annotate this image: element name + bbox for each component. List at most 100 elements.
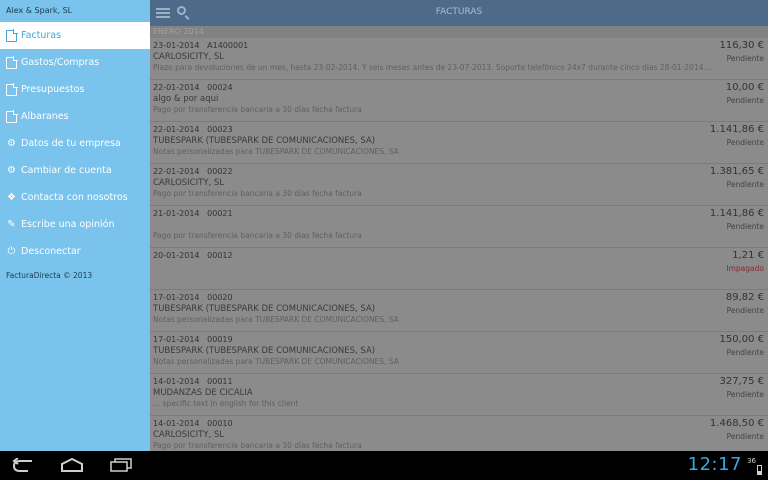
power-icon: ⏻ [7, 246, 16, 257]
invoice-row[interactable]: 22-01-2014 00022 CARLOSICITY, SL Pago por … [150, 164, 768, 206]
invoice-amount: 150,00 € [719, 334, 764, 345]
invoice-row[interactable]: 23-01-2014 A1400001 CARLOSICITY, SL Plazo … [150, 38, 768, 80]
drawer-item-contacta-con-nosotros[interactable]: ❖ Contacta con nosotros [0, 184, 150, 211]
invoice-amount: 327,75 € [719, 376, 764, 387]
navigation-drawer: Alex & Spark, SL Facturas Gastos/Compras P… [0, 0, 150, 451]
invoice-amount: 116,30 € [719, 40, 764, 51]
document-icon [6, 109, 18, 123]
invoice-row[interactable]: 17-01-2014 00019 TUBESPARK (TUBESPARK DE … [150, 332, 768, 374]
chat-bubbles-icon: ❖ [7, 192, 16, 203]
battery-level: 36 [747, 457, 756, 465]
invoice-row[interactable]: 14-01-2014 00010 CARLOSICITY, SL Pago por … [150, 416, 768, 451]
invoice-number: 00024 [207, 83, 233, 92]
invoice-note: Pago por transferencia bancaria a 30 día… [153, 189, 362, 198]
invoice-date-number: 22-01-2014 00022 [153, 167, 233, 176]
invoice-date-number: 22-01-2014 00024 [153, 83, 233, 92]
invoice-row[interactable]: 17-01-2014 00020 TUBESPARK (TUBESPARK DE … [150, 290, 768, 332]
invoice-status: Pendiente [726, 390, 764, 399]
invoice-status: Pendiente [726, 180, 764, 189]
invoice-date: 22-01-2014 [153, 167, 200, 176]
invoice-status: Pendiente [726, 138, 764, 147]
drawer-item-label: Contacta con nosotros [21, 192, 128, 203]
drawer-item-gastos-compras[interactable]: Gastos/Compras [0, 49, 150, 76]
drawer-item-label: Facturas [21, 30, 62, 41]
invoice-date-number: 14-01-2014 00011 [153, 377, 233, 386]
invoice-date: 17-01-2014 [153, 335, 200, 344]
invoice-amount: 1.141,86 € [709, 208, 764, 219]
gear-icon: ⚙ [7, 165, 16, 176]
invoice-number: 00012 [207, 251, 233, 260]
invoice-date: 22-01-2014 [153, 125, 200, 134]
invoice-date: 20-01-2014 [153, 251, 200, 260]
drawer-item-presupuestos[interactable]: Presupuestos [0, 76, 150, 103]
invoice-row[interactable]: 14-01-2014 00011 MUDANZAS DE CICALIA... s… [150, 374, 768, 416]
drawer-item-label: Presupuestos [21, 84, 85, 95]
invoice-note: Notas personalizadas para TUBESPARK DE C… [153, 315, 399, 324]
battery-icon [757, 465, 762, 475]
gear-icon: ⚙ [7, 138, 16, 149]
drawer-item-label: Cambiar de cuenta [21, 165, 112, 176]
invoice-client: CARLOSICITY, SL [153, 52, 225, 62]
invoice-date: 21-01-2014 [153, 209, 200, 218]
invoice-note: Pago por transferencia bancaria a 30 día… [153, 105, 362, 114]
invoice-note: Notas personalizadas para TUBESPARK DE C… [153, 357, 399, 366]
invoice-row[interactable]: 20-01-2014 00012 1,21 € Impagado [150, 248, 768, 290]
invoice-row[interactable]: 22-01-2014 00024 algo & por aqui Pago por … [150, 80, 768, 122]
drawer-item-escribe-una-opinión[interactable]: ✎ Escribe una opinión [0, 211, 150, 238]
drawer-item-facturas[interactable]: Facturas [0, 22, 150, 49]
invoice-date: 14-01-2014 [153, 419, 200, 428]
invoice-client: TUBESPARK (TUBESPARK DE COMUNICACIONES, … [153, 346, 376, 356]
invoice-status: Pendiente [726, 54, 764, 63]
app-bar: FACTURAS [150, 0, 768, 26]
drawer-item-albaranes[interactable]: Albaranes [0, 103, 150, 130]
invoice-amount: 1,21 € [732, 250, 764, 261]
invoice-date: 14-01-2014 [153, 377, 200, 386]
invoice-status: Pendiente [726, 306, 764, 315]
drawer-item-label: Desconectar [21, 246, 81, 257]
invoice-date: 17-01-2014 [153, 293, 200, 302]
document-icon [6, 28, 18, 42]
invoice-status: Pendiente [726, 222, 764, 231]
drawer-item-label: Gastos/Compras [21, 57, 100, 68]
invoice-list: 23-01-2014 A1400001 CARLOSICITY, SL Plazo … [150, 38, 768, 451]
invoice-note: Plazo para devoluciones de un mes, hasta… [153, 63, 713, 72]
invoice-amount: 89,82 € [725, 292, 764, 303]
invoice-row[interactable]: 22-01-2014 00023 TUBESPARK (TUBESPARK DE … [150, 122, 768, 164]
invoice-status: Pendiente [726, 96, 764, 105]
invoice-note: ... specific text in english for this cl… [153, 399, 299, 408]
home-button[interactable] [60, 458, 84, 472]
drawer-item-label: Datos de tu empresa [21, 138, 121, 149]
document-icon [6, 55, 18, 69]
invoice-note: Notas personalizadas para TUBESPARK DE C… [153, 147, 399, 156]
invoice-number: 00019 [207, 335, 233, 344]
invoice-date-number: 17-01-2014 00020 [153, 293, 233, 302]
invoice-amount: 10,00 € [725, 82, 764, 93]
drawer-item-label: Albaranes [21, 111, 69, 122]
invoice-row[interactable]: 21-01-2014 00021 Pago por transferencia b… [150, 206, 768, 248]
invoice-amount: 1.468,50 € [709, 418, 764, 429]
invoice-number: A1400001 [207, 41, 249, 50]
drawer-item-datos-de-tu-empresa[interactable]: ⚙ Datos de tu empresa [0, 130, 150, 157]
invoice-date-number: 23-01-2014 A1400001 [153, 41, 248, 50]
invoice-number: 00023 [207, 125, 233, 134]
invoice-client: CARLOSICITY, SL [153, 178, 225, 188]
invoice-client: MUDANZAS DE CICALIA [153, 388, 253, 398]
invoice-client: algo & por aqui [153, 94, 219, 104]
drawer-item-cambiar-de-cuenta[interactable]: ⚙ Cambiar de cuenta [0, 157, 150, 184]
drawer-menu: Facturas Gastos/Compras Presupuestos Albara… [0, 22, 150, 265]
clock: 12:17 [687, 454, 742, 475]
system-navigation-bar: 12:17 36 [0, 451, 768, 480]
invoice-client: TUBESPARK (TUBESPARK DE COMUNICACIONES, … [153, 304, 376, 314]
document-icon [6, 82, 18, 96]
drawer-item-desconectar[interactable]: ⏻ Desconectar [0, 238, 150, 265]
invoice-date-number: 14-01-2014 00010 [153, 419, 233, 428]
invoice-status: Pendiente [726, 432, 764, 441]
invoice-client: CARLOSICITY, SL [153, 430, 225, 440]
invoice-date: 23-01-2014 [153, 41, 200, 50]
invoice-list-screen: FACTURAS ENERO 2014 23-01-2014 A1400001 C… [150, 0, 768, 451]
invoice-client: TUBESPARK (TUBESPARK DE COMUNICACIONES, … [153, 136, 376, 146]
recent-apps-button[interactable] [110, 458, 132, 472]
back-button[interactable] [12, 458, 34, 472]
month-section-header: ENERO 2014 [150, 26, 768, 38]
invoice-amount: 1.381,65 € [709, 166, 764, 177]
